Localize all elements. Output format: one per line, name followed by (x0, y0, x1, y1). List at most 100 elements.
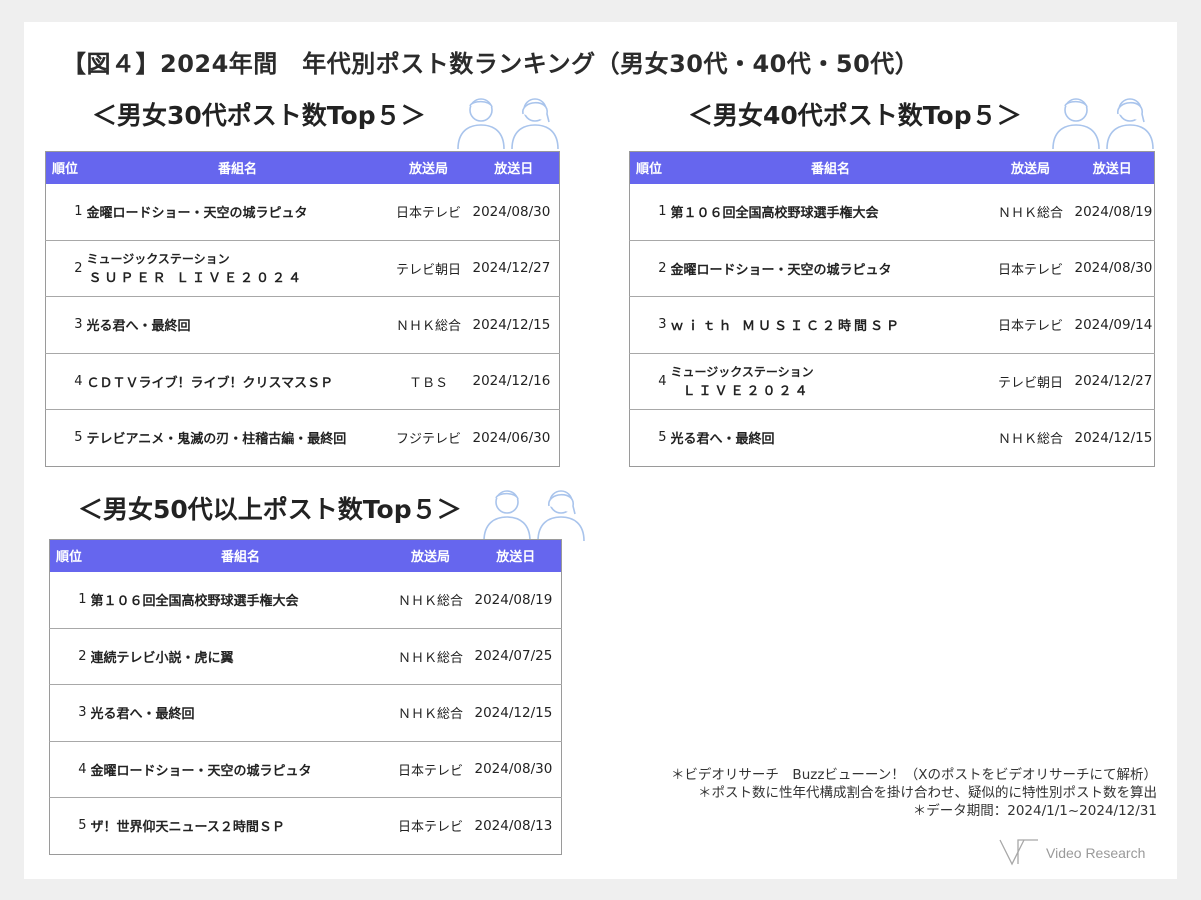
program-cell: ミュージックステーション ＳＵＰＥＲ ＬＩＶＥ２０２４ (87, 240, 389, 297)
rank-cell: 2 (74, 260, 83, 276)
people-icon (457, 98, 559, 150)
rank-cell: 4 (658, 373, 667, 389)
people-icon (1052, 98, 1154, 150)
program-cell: 連続テレビ小説・虎に翼 (90, 650, 234, 666)
footnote: ＊ビデオリサーチ Buzzビューーン！（Xのポストをビデオリサーチにて解析） (670, 767, 1157, 783)
date-cell: 2024/12/15 (474, 704, 553, 721)
date-cell: 2024/08/13 (474, 817, 553, 834)
table-row: 3 ｗｉｔｈ ＭＵＳＩＣ２時間ＳＰ 日本テレビ 2024/09/14 (629, 296, 1155, 354)
rank-cell: 3 (658, 317, 667, 333)
program-line1: ミュージックステーション (86, 252, 230, 267)
date-cell: 2024/06/30 (472, 429, 551, 446)
footnotes: ＊ビデオリサーチ Buzzビューーン！（Xのポストをビデオリサーチにて解析） ＊… (671, 766, 1157, 820)
program-cell: 金曜ロードショー・天空の城ラピュタ (670, 262, 892, 278)
program-cell: ザ！世界仰天ニュース２時間ＳＰ (90, 820, 285, 836)
program-cell: ミュージックステーション ＬＩＶＥ２０２４ (671, 353, 991, 410)
station-cell: ＮＨＫ総合 (397, 594, 463, 609)
ranking-table-40s: 順位 番組名 放送局 放送日 1 第１０６回全国高校野球選手権大会 ＮＨＫ総合 … (629, 151, 1155, 467)
table-row: 3 光る君へ・最終回 ＮＨＫ総合 2024/12/15 (45, 296, 560, 354)
station-cell: ＮＨＫ総合 (395, 319, 461, 335)
station-cell: ＮＨＫ総合 (997, 206, 1063, 221)
station-cell: テレビ朝日 (997, 375, 1063, 391)
station-cell: 日本テレビ (997, 319, 1063, 335)
table-row: 2 連続テレビ小説・虎に翼 ＮＨＫ総合 2024/07/25 (49, 628, 562, 685)
table-row: 1 金曜ロードショー・天空の城ラピュタ 日本テレビ 2024/08/30 (46, 184, 560, 241)
header-program: 番組名 (220, 550, 260, 566)
table-row: 5 光る君へ・最終回 ＮＨＫ総合 2024/12/15 (629, 409, 1155, 467)
program-cell: 第１０６回全国高校野球選手権大会 (90, 594, 299, 609)
footnote: ＊ポスト数に性年代構成割合を掛け合わせ、疑似的に特性別ポスト数を算出 (698, 785, 1157, 801)
station-cell: ＮＨＫ総合 (397, 707, 463, 723)
table-header-row: 順位 番組名 放送局 放送日 (49, 539, 562, 572)
table-row: 4 ＣＤＴＶライブ！ライブ！クリスマスＳＰ ＴＢＳ 2024/12/16 (45, 353, 560, 410)
slide: 【図４】2024年間 年代別ポスト数ランキング（男女30代・40代・50代） ＜… (24, 22, 1177, 879)
date-cell: 2024/12/27 (1074, 373, 1153, 390)
rank-cell: 5 (658, 430, 667, 446)
table-row: 1 第１０６回全国高校野球選手権大会 ＮＨＫ総合 2024/08/19 (630, 184, 1155, 241)
date-cell: 2024/07/25 (474, 648, 553, 665)
date-cell: 2024/08/30 (472, 203, 551, 220)
program-cell: 光る君へ・最終回 (90, 707, 195, 723)
section-title-40s: ＜男女40代ポスト数Top５＞ (688, 101, 1022, 130)
rank-cell: 5 (78, 818, 87, 834)
station-cell: フジテレビ (395, 432, 461, 448)
ranking-table-30s: 順位 番組名 放送局 放送日 1 金曜ロードショー・天空の城ラピュタ 日本テレビ… (45, 151, 560, 467)
station-cell: 日本テレビ (997, 262, 1063, 278)
header-rank: 順位 (636, 162, 663, 178)
table-row: 4 金曜ロードショー・天空の城ラピュタ 日本テレビ 2024/08/30 (49, 741, 562, 798)
rank-cell: 2 (658, 260, 667, 276)
date-cell: 2024/12/27 (472, 260, 551, 277)
header-program: 番組名 (217, 162, 257, 178)
rank-cell: 1 (74, 204, 83, 219)
station-cell: 日本テレビ (397, 820, 463, 836)
date-cell: 2024/08/19 (1074, 203, 1153, 220)
program-line2: ＳＵＰＥＲ ＬＩＶＥ２０２４ (88, 271, 305, 287)
header-rank: 順位 (56, 550, 83, 566)
date-cell: 2024/08/19 (474, 591, 553, 608)
logo-text: Video Research (1046, 845, 1146, 861)
date-cell: 2024/09/14 (1074, 316, 1153, 333)
table-row: 5 テレビアニメ・鬼滅の刃・柱稽古編・最終回 フジテレビ 2024/06/30 (45, 409, 560, 467)
table-header-row: 順位 番組名 放送局 放送日 (629, 151, 1155, 184)
station-cell: ＮＨＫ総合 (397, 650, 463, 666)
header-station: 放送局 (410, 550, 450, 566)
program-cell: ｗｉｔｈ ＭＵＳＩＣ２時間ＳＰ (670, 319, 903, 335)
program-line2: ＬＩＶＥ２０２４ (682, 384, 811, 400)
table-row: 2 金曜ロードショー・天空の城ラピュタ 日本テレビ 2024/08/30 (629, 240, 1155, 297)
video-research-logo: Video Research (998, 837, 1158, 867)
header-date: 放送日 (494, 162, 534, 178)
ranking-table-50s: 順位 番組名 放送局 放送日 1 第１０６回全国高校野球選手権大会 ＮＨＫ総合 … (49, 539, 562, 855)
date-cell: 2024/08/30 (474, 761, 553, 778)
date-cell: 2024/12/15 (472, 316, 551, 333)
program-cell: ＣＤＴＶライブ！ライブ！クリスマスＳＰ (86, 375, 334, 391)
rank-cell: 1 (658, 204, 667, 219)
section-title-50s: ＜男女50代以上ポスト数Top５＞ (78, 495, 462, 524)
date-cell: 2024/08/30 (1074, 260, 1153, 277)
header-date: 放送日 (1092, 162, 1132, 178)
station-cell: ＴＢＳ (408, 375, 448, 391)
table-row: 5 ザ！世界仰天ニュース２時間ＳＰ 日本テレビ 2024/08/13 (49, 797, 562, 855)
program-line1: ミュージックステーション (670, 365, 814, 380)
people-icon (483, 490, 585, 542)
station-cell: テレビ朝日 (395, 262, 461, 278)
header-program: 番組名 (810, 162, 850, 178)
table-row: 1 第１０６回全国高校野球選手権大会 ＮＨＫ総合 2024/08/19 (50, 572, 562, 629)
table-header-row: 順位 番組名 放送局 放送日 (45, 151, 560, 184)
rank-cell: 3 (74, 317, 83, 333)
program-cell: 金曜ロードショー・天空の城ラピュタ (90, 763, 312, 779)
program-cell: テレビアニメ・鬼滅の刃・柱稽古編・最終回 (86, 432, 347, 448)
section-title-30s: ＜男女30代ポスト数Top５＞ (92, 101, 426, 130)
rank-cell: 5 (74, 430, 83, 446)
header-station: 放送局 (1010, 162, 1050, 178)
station-cell: ＮＨＫ総合 (997, 432, 1063, 448)
date-cell: 2024/12/16 (472, 373, 551, 390)
footnote: ＊データ期間：2024/1/1~2024/12/31 (912, 803, 1157, 819)
page-title: 【図４】2024年間 年代別ポスト数ランキング（男女30代・40代・50代） (62, 50, 920, 78)
table-row: 4 ミュージックステーション ＬＩＶＥ２０２４ テレビ朝日 2024/12/27 (629, 353, 1155, 410)
header-rank: 順位 (52, 162, 79, 178)
header-station: 放送局 (408, 162, 448, 178)
rank-cell: 3 (78, 705, 87, 721)
program-cell: 光る君へ・最終回 (86, 319, 191, 335)
rank-cell: 4 (78, 761, 87, 777)
program-cell: 金曜ロードショー・天空の城ラピュタ (86, 206, 308, 221)
